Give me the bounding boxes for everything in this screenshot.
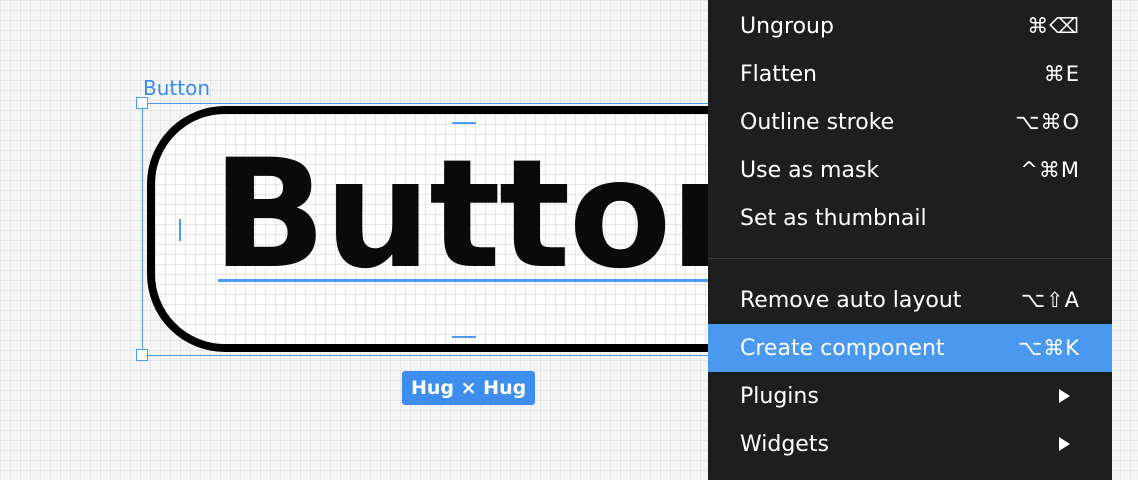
menu-item-outline-stroke[interactable]: Outline stroke ⌥⌘O [708, 98, 1112, 146]
menu-item-label: Flatten [740, 61, 817, 87]
menu-item-set-as-thumbnail[interactable]: Set as thumbnail [708, 194, 1112, 242]
resize-handle-top-left[interactable] [136, 97, 148, 109]
menu-item-shortcut: ⌥⌘O [1015, 110, 1080, 134]
resize-handle-bottom-left[interactable] [136, 349, 148, 361]
menu-divider [708, 258, 1112, 259]
menu-item-label: Plugins [740, 383, 819, 409]
menu-item-flatten[interactable]: Flatten ⌘E [708, 50, 1112, 98]
menu-item-label: Ungroup [740, 13, 834, 39]
menu-item-widgets[interactable]: Widgets [708, 420, 1112, 468]
menu-item-label: Create component [740, 335, 945, 361]
menu-item-shortcut: ⌘E [1043, 62, 1080, 86]
frame-name-label[interactable]: Button [143, 76, 210, 100]
menu-item-label: Outline stroke [740, 109, 895, 135]
menu-item-shortcut: ⌘⌫ [1027, 14, 1080, 38]
menu-item-label: Widgets [740, 431, 829, 457]
submenu-arrow-icon [1059, 389, 1070, 403]
menu-item-label: Use as mask [740, 157, 880, 183]
size-badge[interactable]: Hug × Hug [402, 371, 536, 405]
menu-item-plugins[interactable]: Plugins [708, 372, 1112, 420]
context-menu: Ungroup ⌘⌫ Flatten ⌘E Outline stroke ⌥⌘O… [708, 0, 1112, 480]
menu-item-label: Set as thumbnail [740, 205, 927, 231]
menu-item-label: Remove auto layout [740, 287, 962, 313]
menu-item-remove-auto-layout[interactable]: Remove auto layout ⌥⇧A [708, 276, 1112, 324]
menu-item-create-component[interactable]: Create component ⌥⌘K [708, 324, 1112, 372]
menu-item-use-as-mask[interactable]: Use as mask ^⌘M [708, 146, 1112, 194]
menu-item-shortcut: ⌥⇧A [1020, 288, 1080, 312]
menu-item-shortcut: ⌥⌘K [1018, 336, 1080, 360]
menu-item-ungroup[interactable]: Ungroup ⌘⌫ [708, 2, 1112, 50]
menu-item-shortcut: ^⌘M [1020, 158, 1080, 182]
submenu-arrow-icon [1059, 437, 1070, 451]
